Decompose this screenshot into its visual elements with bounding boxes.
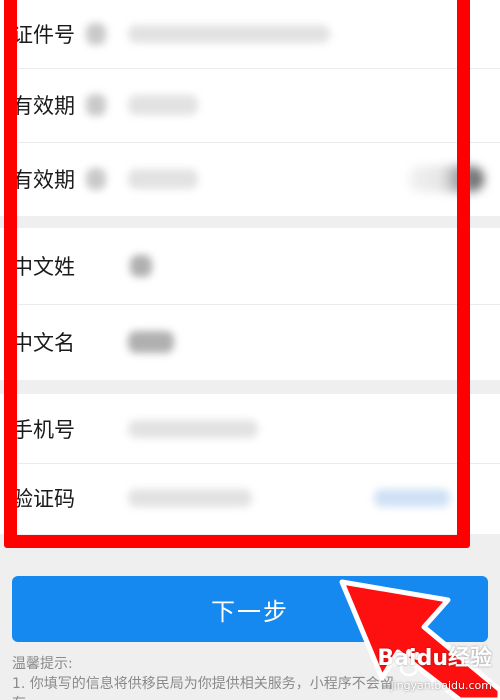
get-code-button-blurred[interactable] [374,488,450,507]
verify-code-label: 验证码 [12,486,75,511]
valid-to-label-blur [86,168,106,190]
form-row-id-number[interactable]: 证件号 [0,0,500,68]
surname-label: 中文姓 [12,255,75,279]
id-number-value-blurred[interactable] [128,25,330,43]
given-name-value-blurred[interactable] [128,331,174,353]
tips-line-2: 存 [12,694,488,700]
form-row-given-name[interactable]: 中文名 [0,304,500,380]
form-row-valid-from[interactable]: 有效期 [0,68,500,142]
id-number-label-blur [86,23,106,45]
phone-label: 手机号 [12,417,75,442]
given-name-label: 中文名 [12,331,75,355]
chinese-name-group: 中文姓 中文名 [0,228,500,380]
next-step-button[interactable]: 下一步 [12,576,488,642]
verify-code-input-blurred[interactable] [128,488,252,507]
form-row-phone[interactable]: 手机号 [0,394,500,463]
form-row-surname[interactable]: 中文姓 [0,228,500,304]
form-row-valid-to[interactable]: 有效期 [0,142,500,216]
valid-to-label: 有效期 [12,168,75,192]
tips-line-1: 1. 你填写的信息将供移民局为你提供相关服务，小程序不会留 [12,676,394,692]
valid-from-value-blurred[interactable] [128,95,198,115]
tips-title: 温馨提示: [12,656,73,672]
form-row-verify-code[interactable]: 验证码 [0,463,500,532]
surname-value-blurred[interactable] [130,255,152,277]
long-term-toggle[interactable] [408,166,484,192]
phone-input-blurred[interactable] [128,419,258,438]
id-number-label: 证件号 [12,23,75,47]
valid-to-value-blurred[interactable] [128,169,198,189]
valid-from-label: 有效期 [12,94,75,118]
id-info-group: 证件号 有效期 有效期 [0,0,500,216]
tips-section: 温馨提示: 1. 你填写的信息将供移民局为你提供相关服务，小程序不会留 存 [12,654,488,700]
phone-verify-group: 手机号 验证码 [0,394,500,534]
valid-from-label-blur [86,94,106,116]
